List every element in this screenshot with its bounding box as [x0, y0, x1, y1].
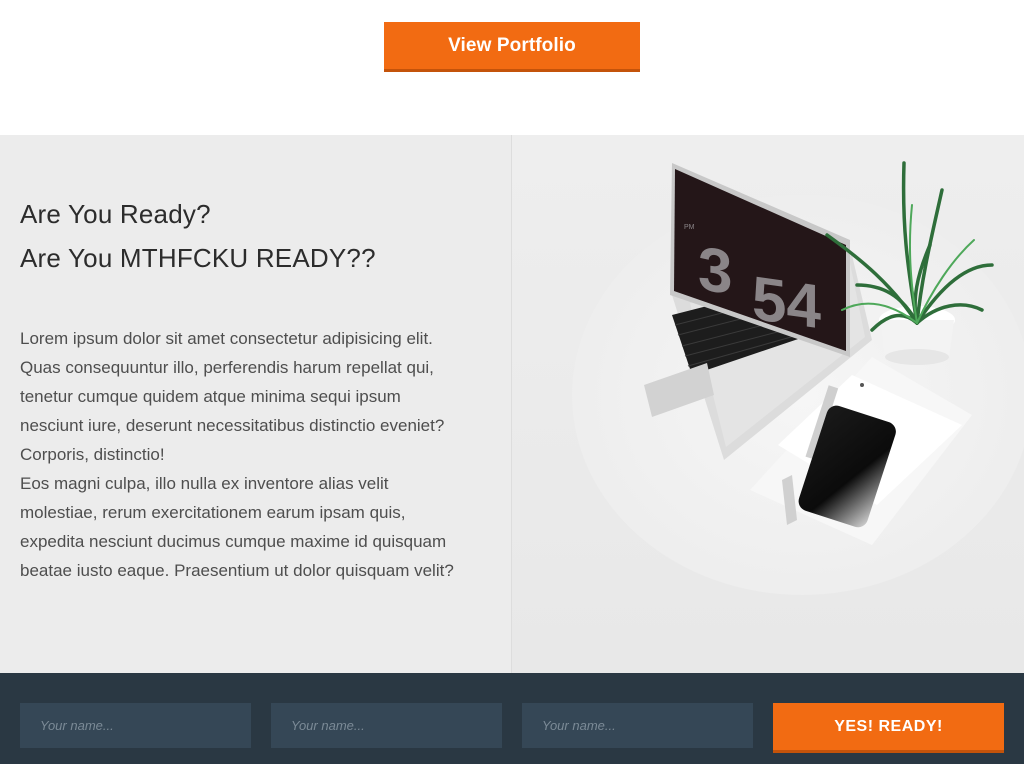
yes-ready-submit-button[interactable]: YES! READY! — [773, 703, 1004, 753]
headline-line-1: Are You Ready? — [20, 199, 211, 229]
clock-minute: 54 — [752, 264, 821, 342]
name-field-2[interactable] — [271, 703, 502, 748]
headline-line-2: Are You MTHFCKU READY?? — [20, 243, 376, 273]
hero-image-laptop-desk: 3 54 PM — [512, 135, 1024, 673]
name-field-3[interactable] — [522, 703, 753, 748]
hero-body-text: Lorem ipsum dolor sit amet consectetur a… — [20, 324, 460, 585]
hero-text-column: Are You Ready? Are You MTHFCKU READY?? L… — [0, 135, 511, 673]
view-portfolio-button[interactable]: View Portfolio — [384, 22, 640, 72]
name-field-1[interactable] — [20, 703, 251, 748]
clock-hour: 3 — [698, 234, 732, 308]
clock-period: PM — [684, 224, 695, 231]
hero-section: Are You Ready? Are You MTHFCKU READY?? L… — [0, 135, 1024, 673]
laptop-desk-photo: 3 54 PM — [512, 135, 1024, 673]
hero-paragraph-1: Lorem ipsum dolor sit amet consectetur a… — [20, 329, 445, 464]
top-section: View Portfolio — [0, 0, 1024, 135]
signup-footer: YES! READY! — [0, 673, 1024, 764]
hero-paragraph-2: Eos magni culpa, illo nulla ex inventore… — [20, 474, 454, 580]
